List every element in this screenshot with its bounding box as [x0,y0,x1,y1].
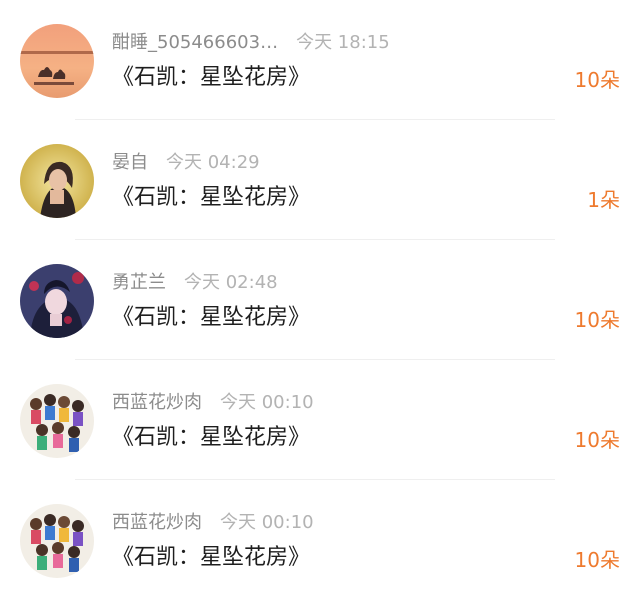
gift-amount: 10朵 [574,428,620,452]
username[interactable]: 西蓝花炒肉 [112,510,202,536]
work-title[interactable]: 《石凯：星坠花房》 [112,302,310,334]
gift-amount: 1朵 [587,188,620,212]
illustrated-woman-avatar-icon[interactable] [20,264,94,338]
gift-record-row[interactable]: 酣睡_505466603… 今天 18:15 《石凯：星坠花房》 10朵 [0,0,640,120]
work-title[interactable]: 《石凯：星坠花房》 [112,542,310,574]
gift-record-row[interactable]: 西蓝花炒肉 今天 00:10 《石凯：星坠花房》 10朵 [0,480,640,600]
gift-amount: 10朵 [574,308,620,332]
username[interactable]: 晏自 [112,150,148,176]
work-title[interactable]: 《石凯：星坠花房》 [112,62,310,94]
woman-portrait-avatar-icon[interactable] [20,144,94,218]
gift-record-row[interactable]: 勇芷兰 今天 02:48 《石凯：星坠花房》 10朵 [0,240,640,360]
work-title[interactable]: 《石凯：星坠花房》 [112,182,310,214]
record-meta: 勇芷兰 今天 02:48 [112,270,278,296]
record-meta: 晏自 今天 04:29 [112,150,260,176]
timestamp: 今天 04:29 [166,152,260,173]
timestamp: 今天 02:48 [184,272,278,293]
cartoon-group-avatar-icon[interactable] [20,384,94,458]
gift-record-row[interactable]: 晏自 今天 04:29 《石凯：星坠花房》 1朵 [0,120,640,240]
record-meta: 西蓝花炒肉 今天 00:10 [112,390,314,416]
username[interactable]: 勇芷兰 [112,270,166,296]
gift-amount: 10朵 [574,548,620,572]
record-meta: 西蓝花炒肉 今天 00:10 [112,510,314,536]
timestamp: 今天 00:10 [220,512,314,533]
username[interactable]: 酣睡_505466603… [112,30,278,56]
timestamp: 今天 18:15 [296,32,390,53]
gift-amount: 10朵 [574,68,620,92]
timestamp: 今天 00:10 [220,392,314,413]
gift-record-list: 酣睡_505466603… 今天 18:15 《石凯：星坠花房》 10朵 晏自 … [0,0,640,605]
cartoon-group-avatar-icon[interactable] [20,504,94,578]
username[interactable]: 西蓝花炒肉 [112,390,202,416]
work-title[interactable]: 《石凯：星坠花房》 [112,422,310,454]
sunset-cats-avatar-icon[interactable] [20,24,94,98]
gift-record-row[interactable]: 西蓝花炒肉 今天 00:10 《石凯：星坠花房》 10朵 [0,360,640,480]
record-meta: 酣睡_505466603… 今天 18:15 [112,30,390,56]
